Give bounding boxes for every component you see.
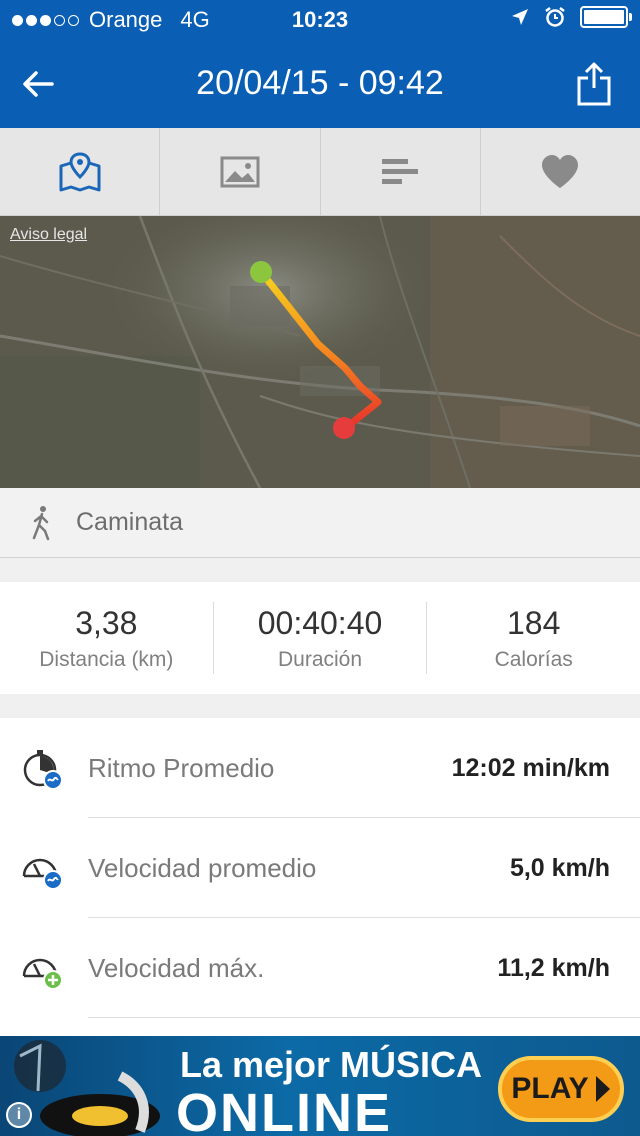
ad-headline: La mejor MÚSICA — [180, 1044, 483, 1085]
bars-icon — [382, 158, 419, 184]
ad-play-button[interactable]: PLAY — [498, 1056, 624, 1122]
speedometer-average-icon — [22, 858, 63, 890]
heart-icon — [542, 154, 579, 188]
route-map[interactable]: Aviso legal — [0, 216, 640, 488]
metric-row-avg-speed: Velocidad promedio 5,0 km/h — [0, 818, 640, 918]
metric-value: 11,2 km/h — [497, 953, 610, 982]
metric-name: Ritmo Promedio — [88, 752, 275, 783]
share-icon[interactable] — [574, 60, 614, 108]
navigation-bar: 20/04/15 - 09:42 — [0, 40, 640, 128]
metrics-list: Ritmo Promedio 12:02 min/km Velocidad pr… — [0, 718, 640, 1036]
tab-map[interactable] — [0, 128, 161, 215]
alarm-icon — [545, 7, 565, 27]
metric-row-max-speed: Velocidad máx. 11,2 km/h — [0, 918, 640, 1018]
image-icon — [220, 156, 260, 187]
legal-notice-link[interactable]: Aviso legal — [10, 226, 87, 244]
metric-value: 5,0 km/h — [509, 853, 610, 882]
activity-type-label: Caminata — [76, 508, 183, 536]
battery-icon — [580, 6, 632, 28]
speedometer-max-icon — [22, 958, 63, 990]
metric-name: Velocidad máx. — [88, 952, 265, 983]
ad-banner[interactable]: La mejor MÚSICA ONLINE PLAY i — [0, 1036, 640, 1136]
ad-subheadline: ONLINE — [176, 1083, 393, 1136]
app-header: Orange 4G 10:23 20/04/15 - 09:42 — [0, 0, 640, 128]
ad-play-label: PLAY — [511, 1072, 589, 1105]
stat-value: 184 — [506, 604, 561, 641]
metric-name: Velocidad promedio — [88, 852, 317, 883]
status-bar: Orange 4G 10:23 — [0, 0, 640, 40]
summary-stats: 3,38 Distancia (km) 00:40:40 Duración 18… — [0, 582, 640, 694]
tab-heart-rate[interactable] — [481, 128, 640, 215]
stat-label: Calorías — [494, 647, 573, 671]
tab-photos[interactable] — [160, 128, 321, 215]
walking-icon — [32, 505, 50, 540]
stat-value: 00:40:40 — [257, 604, 383, 641]
tab-bar — [0, 128, 640, 216]
stat-label: Distancia (km) — [39, 647, 174, 671]
page-title: 20/04/15 - 09:42 — [196, 64, 444, 102]
stat-duration: 00:40:40 Duración — [214, 602, 428, 674]
stat-value: 3,38 — [75, 604, 138, 641]
metric-value: 12:02 min/km — [451, 753, 610, 782]
satellite-map-image — [0, 216, 640, 488]
stopwatch-average-icon — [23, 750, 63, 790]
ad-info-icon[interactable]: i — [6, 1102, 32, 1128]
stat-calories: 184 Calorías — [427, 602, 640, 674]
stat-distance: 3,38 Distancia (km) — [0, 602, 214, 674]
activity-type-row[interactable]: Caminata — [0, 488, 640, 558]
tab-laps[interactable] — [321, 128, 481, 215]
play-triangle-icon — [595, 1076, 610, 1102]
divider — [88, 1017, 640, 1018]
stat-label: Duración — [277, 647, 363, 671]
map-pin-icon — [59, 151, 101, 191]
location-arrow-icon — [512, 9, 528, 25]
metric-row-pace: Ritmo Promedio 12:02 min/km — [0, 718, 640, 818]
